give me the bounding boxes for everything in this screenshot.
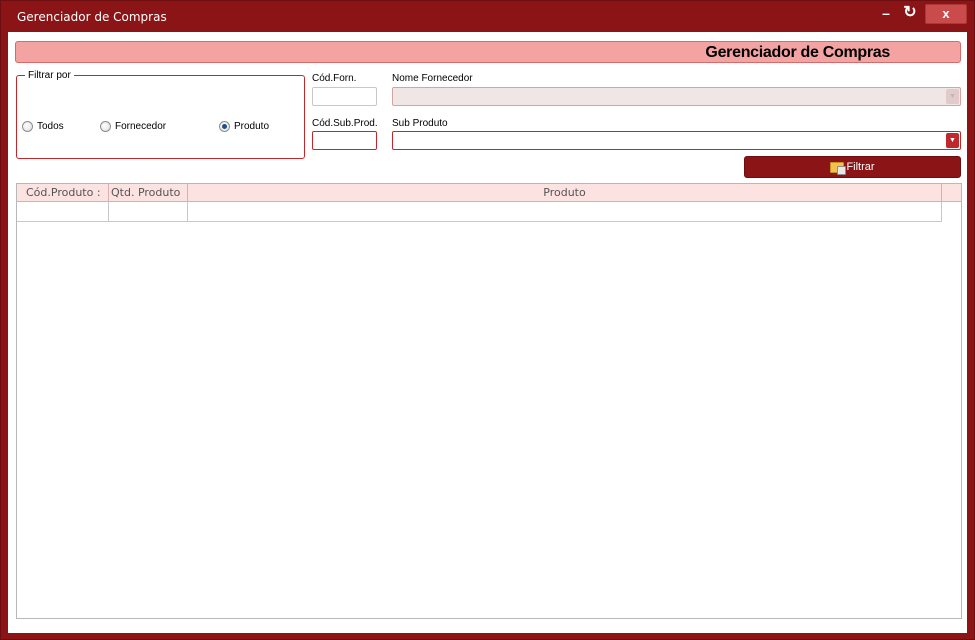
radio-produto[interactable]: Produto — [219, 121, 269, 132]
column-header-produto[interactable]: Produto — [188, 184, 942, 202]
page-title: Gerenciador de Compras — [705, 44, 890, 61]
radio-button-icon[interactable] — [100, 121, 111, 132]
app-window: Gerenciador de Compras – ↻ x Gerenciador… — [0, 0, 975, 640]
radio-fornecedor[interactable]: Fornecedor — [100, 121, 166, 132]
cod-forn-label: Cód.Forn. — [312, 73, 357, 84]
cod-forn-input[interactable] — [312, 87, 377, 106]
cod-sub-prod-label: Cód.Sub.Prod. — [312, 118, 378, 129]
sub-produto-select[interactable]: ▼ — [392, 131, 961, 150]
page-header: Gerenciador de Compras — [15, 41, 961, 63]
title-bar[interactable]: Gerenciador de Compras – ↻ x — [1, 1, 974, 32]
radio-fornecedor-label: Fornecedor — [115, 121, 167, 132]
cell-qtd-produto[interactable] — [109, 202, 188, 221]
radio-button-icon[interactable] — [22, 121, 33, 132]
cod-sub-prod-input[interactable] — [312, 131, 377, 150]
column-header-cod-produto[interactable]: Cód.Produto : — [17, 184, 109, 202]
grid-header: Cód.Produto : Qtd. Produto Produto — [17, 184, 961, 202]
window-title: Gerenciador de Compras — [17, 10, 167, 24]
refresh-button[interactable]: ↻ — [899, 4, 921, 24]
nome-fornecedor-label: Nome Fornecedor — [392, 73, 473, 84]
chevron-down-icon[interactable]: ▼ — [946, 89, 959, 104]
filtrar-button-label: Filtrar — [846, 161, 875, 173]
cell-cod-produto[interactable] — [17, 202, 109, 221]
column-header-spacer — [942, 184, 961, 202]
filter-legend: Filtrar por — [28, 70, 71, 81]
sub-produto-label: Sub Produto — [392, 118, 448, 129]
filter-group: Filtrar por Todos Fornecedor Produto — [16, 70, 305, 159]
folder-icon — [830, 161, 847, 175]
minimize-button[interactable]: – — [875, 4, 897, 24]
filtrar-button[interactable]: Filtrar — [744, 156, 961, 178]
nome-fornecedor-select[interactable]: ▼ — [392, 87, 961, 106]
content-area: Gerenciador de Compras Filtrar por Todos… — [8, 32, 967, 633]
radio-produto-label: Produto — [234, 121, 270, 132]
radio-todos[interactable]: Todos — [22, 121, 64, 132]
chevron-down-icon[interactable]: ▼ — [946, 133, 959, 148]
radio-todos-label: Todos — [37, 121, 64, 132]
radio-button-checked-icon[interactable] — [219, 121, 230, 132]
column-header-qtd-produto[interactable]: Qtd. Produto — [109, 184, 188, 202]
table-row[interactable] — [17, 202, 942, 222]
close-button[interactable]: x — [925, 4, 967, 24]
results-grid[interactable]: Cód.Produto : Qtd. Produto Produto — [16, 183, 962, 619]
